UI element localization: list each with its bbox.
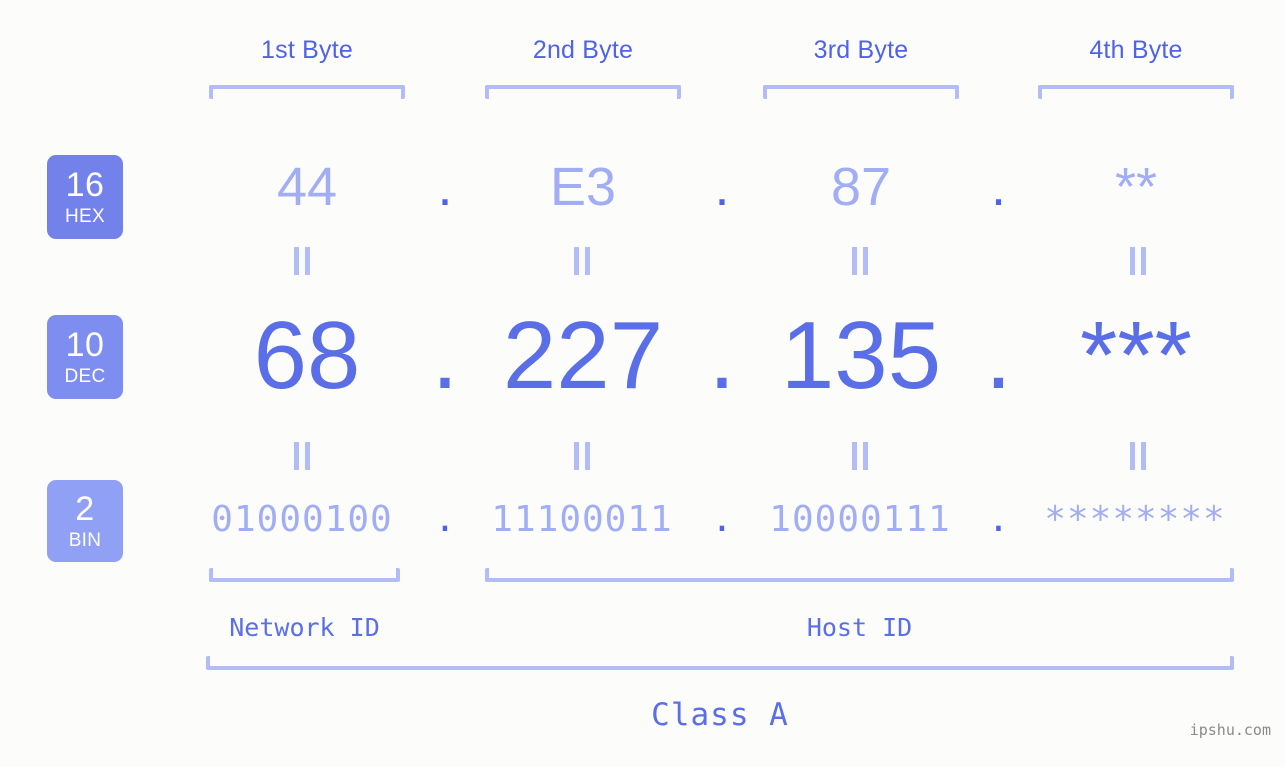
bin-separator-3: .	[987, 499, 1010, 540]
base-badge-dec: 10 DEC	[47, 315, 123, 399]
bin-separator-1: .	[434, 499, 456, 540]
equals-marker-hex-dec-4	[1128, 247, 1148, 275]
hex-byte-1: 44	[276, 157, 338, 217]
dec-separator-1: .	[431, 302, 459, 409]
network-id-bracket	[209, 568, 400, 582]
base-badge-bin-number: 2	[75, 490, 95, 528]
equals-marker-hex-dec-3	[850, 247, 870, 275]
equals-marker-dec-bin-2	[572, 442, 592, 470]
bin-separator-2: .	[711, 499, 733, 540]
class-bracket	[206, 656, 1234, 670]
base-badge-bin-label: BIN	[68, 530, 102, 551]
equals-marker-dec-bin-1	[292, 442, 312, 470]
bin-byte-2: 11100011	[491, 499, 673, 540]
hex-byte-4: **	[1114, 157, 1158, 217]
dec-byte-3: 135	[780, 302, 942, 409]
base-badge-hex: 16 HEX	[47, 155, 123, 239]
byte-bracket-2	[485, 85, 681, 99]
byte-bracket-4	[1038, 85, 1234, 99]
bin-byte-1: 01000100	[211, 499, 393, 540]
dec-byte-2: 227	[502, 302, 664, 409]
hex-separator-1: .	[437, 157, 453, 217]
site-watermark: ipshu.com	[1189, 721, 1271, 739]
base-badge-dec-number: 10	[65, 326, 105, 364]
network-id-label: Network ID	[229, 613, 380, 642]
equals-marker-dec-bin-3	[850, 442, 870, 470]
hex-separator-3: .	[990, 157, 1006, 217]
base-badge-hex-number: 16	[65, 166, 105, 204]
base-badge-bin: 2 BIN	[47, 480, 123, 562]
host-id-label: Host ID	[806, 613, 913, 642]
class-label: Class A	[651, 697, 789, 733]
ip-byte-breakdown-diagram: 1st Byte 2nd Byte 3rd Byte 4th Byte 16 H…	[0, 0, 1285, 767]
base-badge-hex-label: HEX	[65, 206, 105, 227]
base-badge-dec-label: DEC	[64, 366, 106, 387]
byte-header-1: 1st Byte	[261, 36, 353, 64]
byte-header-3: 3rd Byte	[813, 36, 909, 64]
hex-byte-3: 87	[830, 157, 892, 217]
hex-separator-2: .	[714, 157, 730, 217]
byte-bracket-1	[209, 85, 405, 99]
equals-marker-dec-bin-4	[1128, 442, 1148, 470]
dec-byte-4: ***	[1079, 302, 1193, 409]
bin-byte-3: 10000111	[769, 499, 951, 540]
equals-marker-hex-dec-2	[572, 247, 592, 275]
dec-separator-2: .	[708, 302, 736, 409]
dec-byte-1: 68	[253, 302, 361, 409]
host-id-bracket	[485, 568, 1234, 582]
hex-byte-2: E3	[549, 157, 617, 217]
byte-header-2: 2nd Byte	[532, 36, 634, 64]
bin-byte-4: ********	[1044, 499, 1226, 540]
byte-bracket-3	[763, 85, 959, 99]
dec-separator-3: .	[985, 302, 1012, 409]
equals-marker-hex-dec-1	[292, 247, 312, 275]
byte-header-4: 4th Byte	[1089, 36, 1183, 64]
